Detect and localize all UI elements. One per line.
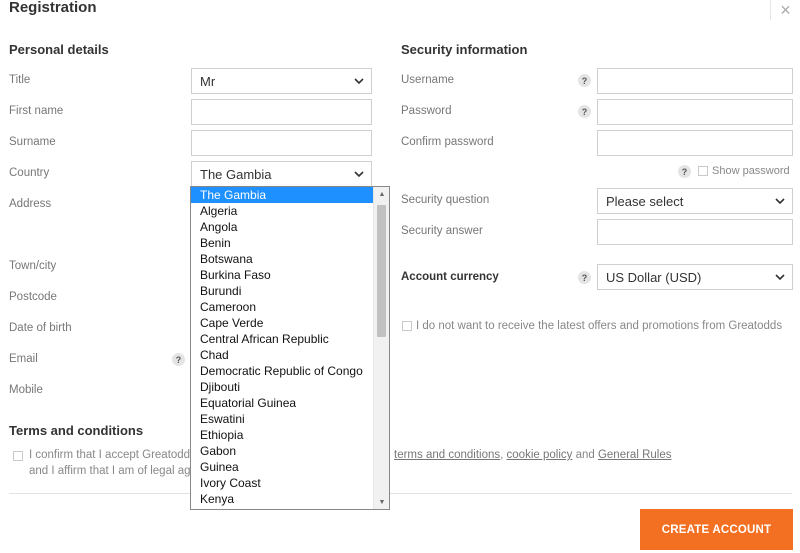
show-password-checkbox[interactable]: [698, 166, 708, 176]
country-option[interactable]: Ethiopia: [191, 427, 374, 443]
password-label: Password: [401, 105, 452, 117]
password-input[interactable]: [597, 99, 793, 125]
terms-line1-links: terms and conditions, cookie policy and …: [394, 449, 671, 461]
username-input[interactable]: [597, 68, 793, 94]
country-option[interactable]: Cape Verde: [191, 315, 374, 331]
country-option[interactable]: Djibouti: [191, 379, 374, 395]
email-label: Email: [9, 353, 38, 365]
footer-divider: [9, 493, 792, 494]
chevron-down-icon: [354, 171, 364, 178]
show-password-label: Show password: [712, 165, 790, 177]
personal-details-heading: Personal details: [9, 42, 109, 57]
country-option[interactable]: Ivory Coast: [191, 475, 374, 491]
country-select[interactable]: The Gambia: [191, 161, 372, 187]
country-options: The Gambia Algeria Angola Benin Botswana Burk…: [191, 187, 374, 507]
security-question-value: Please select: [606, 194, 684, 209]
country-option[interactable]: Benin: [191, 235, 374, 251]
country-option[interactable]: The Gambia: [191, 187, 374, 203]
country-option[interactable]: Gabon: [191, 443, 374, 459]
first-name-label: First name: [9, 105, 64, 117]
postcode-label: Postcode: [9, 291, 57, 303]
country-option[interactable]: Burundi: [191, 283, 374, 299]
terms-line2: and I affirm that I am of legal ag: [29, 465, 191, 477]
terms-line1-prefix: I confirm that I accept Greatodd: [29, 449, 191, 461]
country-option[interactable]: Algeria: [191, 203, 374, 219]
country-dropdown-list[interactable]: The Gambia Algeria Angola Benin Botswana Burk…: [190, 186, 390, 510]
mobile-label: Mobile: [9, 384, 43, 396]
currency-help-icon[interactable]: ?: [578, 271, 591, 284]
cookie-policy-link[interactable]: cookie policy: [507, 449, 573, 461]
general-rules-link[interactable]: General Rules: [598, 449, 672, 461]
security-answer-input[interactable]: [597, 219, 793, 245]
chevron-down-icon: [775, 274, 785, 281]
country-option[interactable]: Botswana: [191, 251, 374, 267]
title-select[interactable]: Mr: [191, 68, 372, 94]
country-option[interactable]: Central African Republic: [191, 331, 374, 347]
close-icon: ×: [780, 0, 791, 20]
scroll-thumb[interactable]: [377, 205, 386, 337]
country-option[interactable]: Kenya: [191, 491, 374, 507]
country-option[interactable]: Equatorial Guinea: [191, 395, 374, 411]
security-question-label: Security question: [401, 194, 490, 206]
security-answer-label: Security answer: [401, 225, 483, 237]
currency-select[interactable]: US Dollar (USD): [597, 264, 793, 290]
password-help-icon[interactable]: ?: [578, 105, 591, 118]
confirm-password-label: Confirm password: [401, 136, 494, 148]
terms-and-text: and: [575, 449, 595, 461]
surname-label: Surname: [9, 136, 56, 148]
country-option[interactable]: Guinea: [191, 459, 374, 475]
country-option[interactable]: Democratic Republic of Congo: [191, 363, 374, 379]
security-heading: Security information: [401, 42, 528, 57]
username-label: Username: [401, 74, 455, 86]
title-label: Title: [9, 74, 31, 86]
first-name-input[interactable]: [191, 99, 372, 125]
username-help-icon[interactable]: ?: [578, 74, 591, 87]
address-label: Address: [9, 198, 52, 210]
country-option[interactable]: Chad: [191, 347, 374, 363]
currency-select-value: US Dollar (USD): [606, 270, 702, 285]
title-select-value: Mr: [200, 74, 216, 89]
country-select-value: The Gambia: [200, 167, 272, 182]
scroll-up-icon[interactable]: ▲: [374, 187, 389, 201]
chevron-down-icon: [775, 198, 785, 205]
country-label: Country: [9, 167, 50, 179]
offers-optout-checkbox[interactable]: [402, 321, 412, 331]
surname-input[interactable]: [191, 130, 372, 156]
close-button[interactable]: ×: [770, 0, 800, 20]
dob-label: Date of birth: [9, 322, 72, 334]
terms-heading: Terms and conditions: [9, 423, 144, 438]
offers-optout-label: I do not want to receive the latest offe…: [416, 320, 783, 332]
security-question-select[interactable]: Please select: [597, 188, 793, 214]
terms-checkbox[interactable]: [13, 451, 23, 461]
country-option[interactable]: Eswatini: [191, 411, 374, 427]
email-help-icon[interactable]: ?: [172, 353, 185, 366]
town-label: Town/city: [9, 260, 57, 272]
chevron-down-icon: [354, 78, 364, 85]
confirm-password-input[interactable]: [597, 130, 793, 156]
terms-link[interactable]: terms and conditions: [394, 449, 500, 461]
dialog-title: Registration: [9, 0, 97, 16]
dropdown-scrollbar[interactable]: ▲ ▼: [373, 187, 389, 509]
create-account-button[interactable]: CREATE ACCOUNT: [640, 509, 793, 550]
country-option[interactable]: Angola: [191, 219, 374, 235]
terms-comma: ,: [500, 449, 504, 461]
account-currency-label: Account currency: [401, 271, 499, 283]
country-option[interactable]: Burkina Faso: [191, 267, 374, 283]
show-password-help-icon[interactable]: ?: [678, 165, 691, 178]
country-option[interactable]: Cameroon: [191, 299, 374, 315]
scroll-down-icon[interactable]: ▼: [374, 495, 389, 509]
